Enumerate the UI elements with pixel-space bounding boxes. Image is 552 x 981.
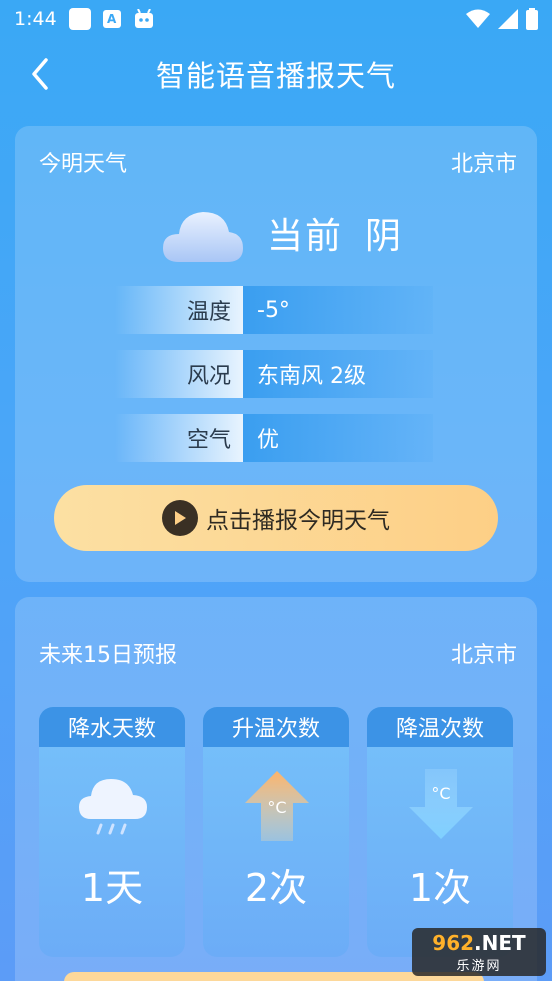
signal-icon <box>498 9 518 29</box>
stat-value: 1次 <box>408 866 472 910</box>
status-bar: 1:44 A <box>0 0 552 38</box>
android-robot-icon <box>134 9 153 28</box>
temp-down-arrow-icon: °C <box>409 769 473 839</box>
temp-up-arrow-icon: °C <box>245 771 309 841</box>
watermark-sub: 乐游网 <box>456 958 502 974</box>
app-a-icon: A <box>102 10 121 28</box>
weather-row-air: 空气 优 <box>115 414 433 462</box>
page-title: 智能语音播报天气 <box>155 59 396 93</box>
svg-text:°C: °C <box>431 784 450 803</box>
stat-value: 1天 <box>80 866 144 910</box>
current-label: 当前 <box>267 216 344 257</box>
watermark-brand-a: 962 <box>432 930 475 955</box>
svg-text:°C: °C <box>267 798 286 817</box>
rain-cloud-icon <box>79 779 147 835</box>
forecast-card-title: 未来15日预报 <box>39 643 177 668</box>
today-card-title: 今明天气 <box>39 152 128 177</box>
stat-value: 2次 <box>244 866 308 910</box>
cloud-icon <box>163 212 243 262</box>
watermark-logo: 962.NET 乐游网 <box>412 928 546 976</box>
back-arrow-icon[interactable] <box>26 56 56 92</box>
row-value: -5° <box>243 286 433 334</box>
row-label: 空气 <box>115 414 243 462</box>
stat-rain-days: 降水天数 1天 <box>39 707 185 957</box>
stat-cooling-count: 降温次数 °C 1次 <box>367 707 513 957</box>
header-bar: 智能语音播报天气 <box>0 38 552 110</box>
current-weather: 当前 阴 <box>161 202 403 264</box>
stat-title: 降温次数 <box>367 707 513 747</box>
stat-warming-count: 升温次数 °C 2次 <box>203 707 349 957</box>
broadcast-button-label: 点击播报今明天气 <box>206 508 390 534</box>
battery-icon <box>526 8 538 30</box>
row-value: 东南风 2级 <box>243 350 433 398</box>
current-condition: 阴 <box>365 216 404 257</box>
today-weather-card: 今明天气 北京市 当前 阴 温度 -5° 风况 东南风 2级 空气 优 点击播报… <box>15 126 537 582</box>
forecast-card: 未来15日预报 北京市 降水天数 1天 升温次数 °C 2次 降温次数 °C 1… <box>15 597 537 981</box>
watermark-brand-b: .NET <box>474 930 526 955</box>
weather-row-temperature: 温度 -5° <box>115 286 433 334</box>
row-label: 风况 <box>115 350 243 398</box>
play-icon <box>162 500 198 536</box>
weather-row-wind: 风况 东南风 2级 <box>115 350 433 398</box>
broadcast-weather-button[interactable]: 点击播报今明天气 <box>54 485 498 551</box>
today-card-city[interactable]: 北京市 <box>451 146 517 178</box>
status-time: 1:44 <box>14 8 57 30</box>
row-value: 优 <box>243 414 433 462</box>
stat-title: 降水天数 <box>39 707 185 747</box>
stat-title: 升温次数 <box>203 707 349 747</box>
notification-square-icon <box>68 8 91 30</box>
row-label: 温度 <box>115 286 243 334</box>
wifi-icon <box>466 9 490 28</box>
forecast-card-city[interactable]: 北京市 <box>451 637 517 669</box>
